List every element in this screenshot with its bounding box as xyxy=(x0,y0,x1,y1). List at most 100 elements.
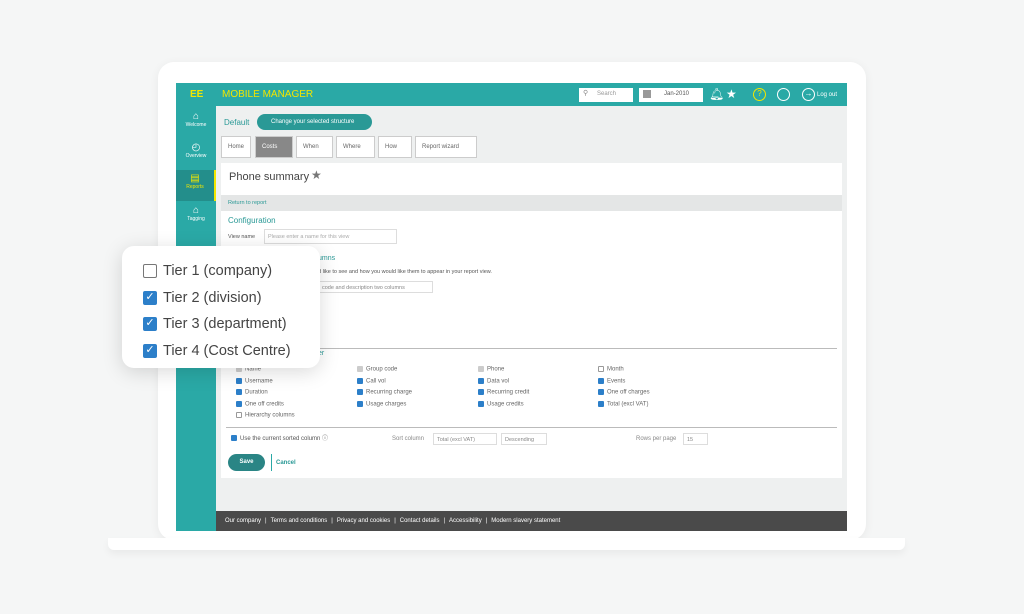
footer-link[interactable]: Modern slavery statement xyxy=(491,518,560,524)
tab-costs[interactable]: Costs xyxy=(255,136,293,158)
column-checkbox[interactable]: Events xyxy=(598,377,650,390)
user-icon[interactable] xyxy=(777,88,790,101)
checkbox-label: Month xyxy=(607,366,624,373)
view-name-label: View name xyxy=(228,234,256,240)
rows-per-page-select[interactable]: 15 xyxy=(683,433,708,445)
search-icon: ⚲ xyxy=(583,90,589,97)
footer-link[interactable]: Terms and conditions xyxy=(271,518,328,524)
column-checkbox[interactable]: Call vol xyxy=(357,377,412,390)
checkbox-icon[interactable] xyxy=(598,377,604,384)
column-checkbox[interactable]: One off charges xyxy=(598,389,650,401)
column-checkbox[interactable]: Usage credits xyxy=(478,400,529,413)
sort-order-select[interactable]: Descending xyxy=(501,433,547,445)
checkbox-icon[interactable] xyxy=(236,400,242,407)
footer-link[interactable]: Accessibility xyxy=(449,518,482,524)
sort-column-select[interactable]: Total (excl VAT) xyxy=(433,433,497,445)
checkbox-icon[interactable] xyxy=(478,389,484,395)
sidebar-item-reports[interactable]: ▤ Reports xyxy=(176,170,216,201)
use-sorted-column-checkbox[interactable]: Use the current sorted column ⓘ xyxy=(231,433,328,442)
checkbox-icon[interactable] xyxy=(236,377,242,384)
column-checkbox[interactable]: Usage charges xyxy=(357,400,412,413)
tier-label: Tier 4 (Cost Centre) xyxy=(163,342,291,359)
tab-when[interactable]: When xyxy=(296,136,333,158)
checkbox-icon[interactable] xyxy=(598,389,604,395)
checkbox-icon[interactable]: ✓ xyxy=(143,343,157,358)
help-icon[interactable]: ? xyxy=(753,88,766,101)
cancel-link[interactable]: Cancel xyxy=(276,460,296,466)
checkbox-label: Hierarchy columns xyxy=(245,412,295,419)
checkbox-icon[interactable] xyxy=(143,264,157,279)
checkbox-icon[interactable] xyxy=(598,366,604,372)
footer-link[interactable]: Our company xyxy=(225,518,261,524)
checkbox-icon[interactable]: ✓ xyxy=(143,317,157,332)
checkbox-label: Duration xyxy=(245,389,268,396)
column-checkbox[interactable]: Hierarchy columns xyxy=(236,412,295,424)
column-checkbox[interactable]: Username xyxy=(236,377,295,390)
logout-link[interactable]: Log out xyxy=(817,92,837,98)
tier-checkbox[interactable]: Tier 1 (company) xyxy=(143,258,320,285)
tier-checkbox[interactable]: ✓ Tier 2 (division) xyxy=(143,285,320,312)
view-name-input[interactable]: Please enter a name for this view xyxy=(264,229,397,244)
logout-icon[interactable]: → xyxy=(802,88,815,101)
checkbox-icon[interactable] xyxy=(478,400,484,407)
column-checkbox[interactable]: Recurring charge xyxy=(357,389,412,401)
tab-report-wizard[interactable]: Report wizard xyxy=(415,136,477,158)
checkbox-label: Group code xyxy=(366,366,398,373)
checkbox-icon[interactable] xyxy=(357,400,363,407)
checkbox-label: Usage charges xyxy=(366,401,407,408)
checkbox-label: Phone xyxy=(487,366,505,373)
sidebar-item-overview[interactable]: ◴ Overview xyxy=(176,139,216,170)
checkbox-icon[interactable] xyxy=(478,377,484,384)
checkbox-icon[interactable] xyxy=(478,366,484,372)
hierarchy-display-select[interactable]: code and description two columns xyxy=(318,281,433,293)
column-checkbox[interactable]: Recurring credit xyxy=(478,389,529,401)
divider xyxy=(317,348,837,349)
divider xyxy=(271,454,272,471)
footer-link[interactable]: Privacy and cookies xyxy=(337,518,390,524)
tag-icon: ⌂ xyxy=(192,205,200,216)
return-link[interactable]: Return to report xyxy=(228,200,267,206)
change-structure-button[interactable]: Change your selected structure xyxy=(257,114,372,130)
checkbox-icon[interactable] xyxy=(357,389,363,395)
column-checkbox[interactable]: Duration xyxy=(236,389,295,401)
favourite-star-icon[interactable]: ★ xyxy=(311,168,322,182)
sidebar-item-welcome[interactable]: ⌂ Welcome xyxy=(176,108,216,139)
checkbox-icon[interactable]: ✓ xyxy=(143,290,157,305)
column-checkbox[interactable]: Month xyxy=(598,366,650,378)
save-button[interactable]: Save xyxy=(228,454,265,471)
checkbox-icon[interactable] xyxy=(236,412,242,418)
sort-column-label: Sort column xyxy=(392,436,425,442)
star-icon[interactable]: ★ xyxy=(726,87,737,101)
report-icon: ▤ xyxy=(190,173,200,184)
tab-home[interactable]: Home xyxy=(221,136,252,158)
top-header: EE MOBILE MANAGER Search ⚲ Jan-2010 🔔︎ ★… xyxy=(176,83,847,106)
checkbox-icon[interactable] xyxy=(357,377,363,384)
tab-how[interactable]: How xyxy=(378,136,412,158)
page-title: Phone summary xyxy=(229,171,310,183)
tier-checkbox[interactable]: ✓ Tier 3 (department) xyxy=(143,311,320,338)
checkbox-icon[interactable] xyxy=(357,366,363,372)
column-checkbox[interactable]: Phone xyxy=(478,366,529,378)
laptop-base xyxy=(108,538,905,550)
checkbox-label: Username xyxy=(245,378,273,385)
structure-label: Default xyxy=(224,118,250,127)
checkbox-icon[interactable] xyxy=(598,400,604,407)
column-checkbox[interactable]: Group code xyxy=(357,366,412,378)
home-icon: ⌂ xyxy=(192,111,200,122)
footer-link[interactable]: Contact details xyxy=(400,518,440,524)
checkbox-label: Data vol xyxy=(487,378,510,385)
separator: | xyxy=(485,518,488,524)
column-checkbox[interactable]: Data vol xyxy=(478,377,529,390)
hierarchy-tier-popup: Tier 1 (company) ✓ Tier 2 (division) ✓ Tier … xyxy=(122,246,320,368)
column-checkbox[interactable]: Total (excl VAT) xyxy=(598,400,650,413)
bell-icon[interactable]: 🔔︎ xyxy=(709,87,724,101)
return-bar: Return to report xyxy=(221,195,842,211)
tier-checkbox[interactable]: ✓ Tier 4 (Cost Centre) xyxy=(143,338,320,365)
column-checkbox[interactable]: One off credits xyxy=(236,400,295,413)
checkbox-label: Events xyxy=(607,378,626,385)
tab-where[interactable]: Where xyxy=(336,136,375,158)
sidebar-item-tagging[interactable]: ⌂ Tagging xyxy=(176,202,216,233)
clock-icon: ◴ xyxy=(191,142,201,153)
checkbox-icon[interactable] xyxy=(236,389,242,395)
footer: Our company | Terms and conditions | Privacy… xyxy=(216,511,847,531)
